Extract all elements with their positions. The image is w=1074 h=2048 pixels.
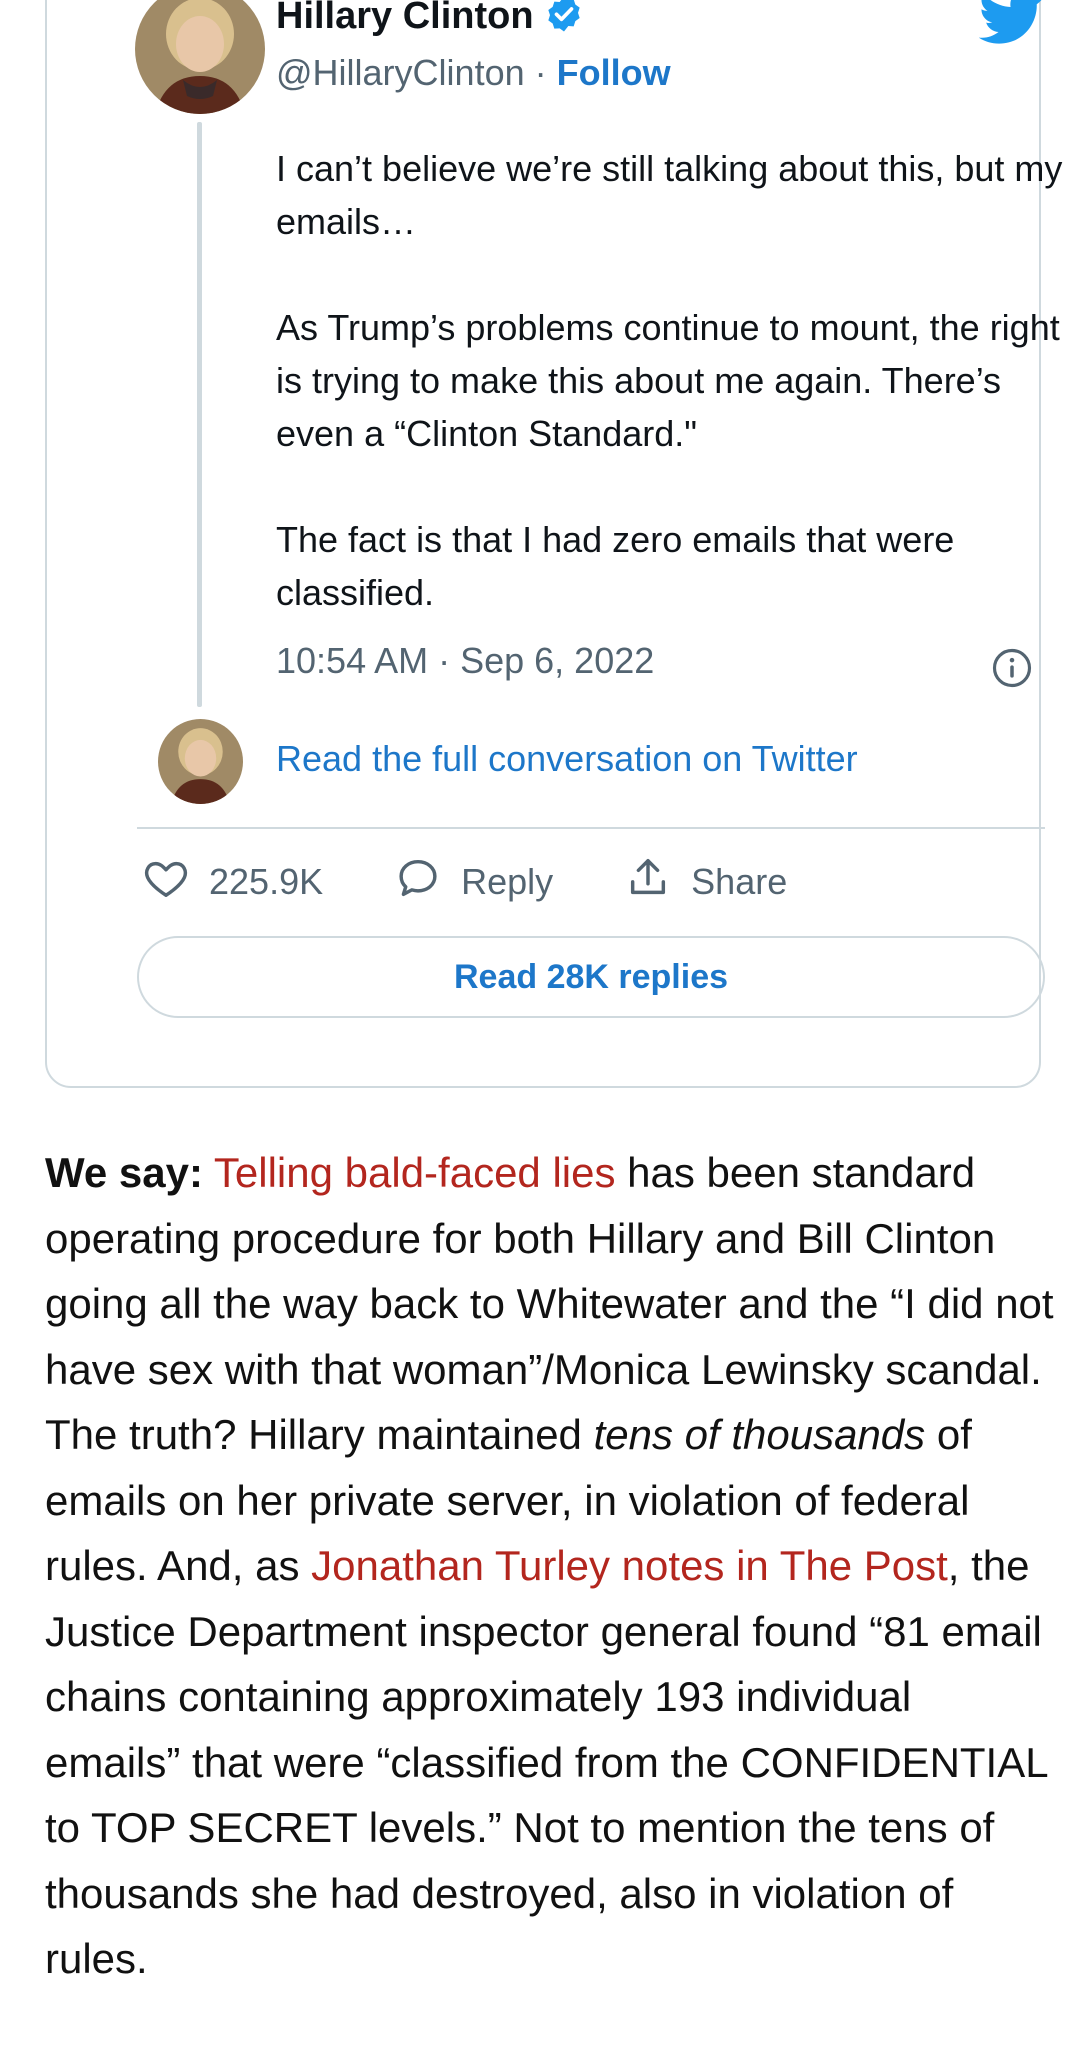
bald-faced-lies-link[interactable]: Telling bald-faced lies	[214, 1149, 616, 1196]
share-label: Share	[691, 861, 788, 902]
tweet-paragraph: I can’t believe we’re still talking abou…	[276, 148, 1063, 242]
speech-bubble-icon	[395, 855, 441, 910]
turley-post-link[interactable]: Jonathan Turley notes in The Post	[311, 1542, 948, 1589]
follow-link[interactable]: Follow	[557, 52, 671, 93]
upload-share-icon	[625, 855, 671, 910]
tweet-paragraph: The fact is that I had zero emails that …	[276, 519, 955, 613]
author-handle-row: @HillaryClinton · Follow	[276, 52, 671, 94]
article-emphasis: tens of thousands	[593, 1411, 926, 1458]
author-avatar[interactable]	[135, 0, 265, 114]
divider	[137, 827, 1045, 829]
tweet-timestamp[interactable]: 10:54 AM · Sep 6, 2022	[276, 640, 654, 682]
read-replies-button[interactable]: Read 28K replies	[137, 936, 1045, 1018]
author-handle[interactable]: @HillaryClinton	[276, 52, 525, 93]
author-name[interactable]: Hillary Clinton	[276, 0, 534, 38]
verified-badge-icon	[544, 0, 584, 39]
tweet-paragraph: As Trump’s problems continue to mount, t…	[276, 307, 1060, 454]
tweet-action-bar: 225.9K Reply Share	[143, 852, 859, 912]
author-name-row: Hillary Clinton	[276, 0, 584, 39]
reply-button[interactable]: Reply	[395, 855, 553, 910]
reply-label: Reply	[461, 861, 554, 902]
read-full-conversation-link[interactable]: Read the full conversation on Twitter	[276, 738, 858, 780]
like-button[interactable]: 225.9K	[143, 855, 323, 910]
thread-connector-line	[197, 122, 202, 707]
article-lead: We say:	[45, 1149, 203, 1196]
share-button[interactable]: Share	[625, 855, 787, 910]
article-paragraph: We say: Telling bald-faced lies has been…	[45, 1140, 1055, 1992]
article-text-segment: , the Justice Department inspector gener…	[45, 1542, 1048, 1982]
handle-separator: ·	[524, 52, 557, 93]
heart-icon	[143, 855, 189, 910]
like-count: 225.9K	[209, 861, 324, 902]
tweet-text: I can’t believe we’re still talking abou…	[276, 142, 1066, 619]
tweet-embed-card: Hillary Clinton @HillaryClinton · Follow…	[45, 0, 1062, 1088]
author-avatar-small[interactable]	[158, 719, 243, 804]
